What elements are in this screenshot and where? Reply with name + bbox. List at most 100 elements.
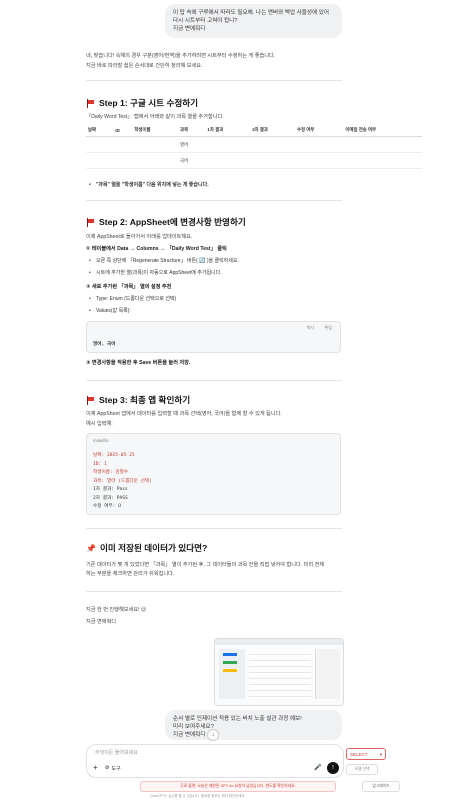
- table-cell: [86, 152, 114, 169]
- table-cell: [132, 136, 179, 153]
- step2-bullet: Type: Enum (드롭다운 선택으로 선택): [89, 295, 176, 303]
- reply-intro-line: 네, 맞습니다! 속해의 경우 구분(영어/번역)을 추가하려면 시트부터 수정…: [86, 53, 276, 59]
- step2-substep: ③ 변경사항을 적용한 후 Save 버튼을 눌러 저장.: [86, 360, 191, 366]
- divider: [86, 80, 342, 81]
- user-message-bubble: 순서 별로 인제이션 적용 있는 버치 노출 설관 과정 예보! 미리 보여주세…: [165, 710, 342, 740]
- chat-transcript: 이 탑 속에 구루에서 따라도 필요해. 나는 앤버와 백업 사을성에 있어 다…: [0, 0, 476, 800]
- code-line: 학생이름: 김철수: [93, 470, 129, 475]
- section4-title: 이미 저장된 데이터가 있다면?: [99, 543, 208, 553]
- table-header-cell: 날짜: [86, 124, 114, 137]
- table-cell: [343, 136, 422, 153]
- step2-description: 이제 AppSheet로 돌아가서 아래를 업데이트해요.: [86, 234, 193, 240]
- select-dropdown[interactable]: SELECT ▾: [346, 748, 386, 760]
- code-line: 날짜: 2025-05-25: [93, 453, 135, 458]
- table-cell: [250, 152, 295, 169]
- table-cell: [132, 152, 179, 169]
- user-message-line: 다시 시트부터 고쳐야 됩니?: [173, 18, 238, 24]
- upgrade-button[interactable]: 업그레이드: [362, 781, 400, 792]
- code-line: 1차 결과: Pass: [93, 487, 128, 492]
- step2-substep: ① 테이블에서 Data → Columns → 「Daily Word Tes…: [86, 246, 227, 252]
- table-cell: [86, 136, 114, 153]
- user-message-bubble: 이 탑 속에 구루에서 따라도 필요해. 나는 앤버와 백업 사을성에 있어 다…: [165, 4, 342, 38]
- plus-button[interactable]: +: [93, 763, 98, 772]
- step2-bullet: Values(값 목록):: [89, 307, 131, 315]
- table-row: 국어: [86, 152, 422, 169]
- step1-heading: Step 1: 구글 시트 수정하기: [86, 97, 198, 109]
- table-header-row: 날짜 ID 학생이름 과목 1차 결과 2차 결과 수정 여부 이메일 전송 여…: [86, 124, 422, 137]
- divider: [86, 528, 342, 529]
- step2-bullet: 시트에 추가한 열(과목)이 자동으로 AppSheet에 추가됩니다.: [89, 269, 222, 277]
- user-message-line: 지금 변에줘디: [173, 26, 206, 32]
- step2-substep: ② 새로 추가된 「과목」 열의 설정 추천: [86, 284, 172, 290]
- step3-title: Step 3: 최종 앱 확인하기: [99, 395, 191, 405]
- disclaimer-text: ChatGPT는 실수를 할 수 있습니다. 중요한 정보는 재차 확인하세요.: [150, 794, 246, 798]
- table-row: 영어: [86, 136, 422, 153]
- code-line: 수정 여부: O: [93, 504, 121, 509]
- step2-heading: Step 2: AppSheet에 변경사항 반영하기: [86, 216, 246, 228]
- message-composer: 무엇이든 물어보세요 + ⚙ 도구 🎤 ↑: [86, 744, 344, 778]
- edit-button[interactable]: 편집: [324, 325, 332, 331]
- scroll-down-button[interactable]: ↓: [207, 729, 219, 741]
- tools-label: 도구: [111, 766, 121, 772]
- table-cell: [205, 136, 251, 153]
- select-label: SELECT: [350, 752, 368, 757]
- step1-title: Step 1: 구글 시트 수정하기: [99, 98, 199, 108]
- table-cell: [250, 136, 295, 153]
- red-flag-icon: [86, 395, 95, 405]
- table-header-cell: 학생이름: [132, 124, 179, 137]
- step1-description: 「Daily Word Test」 탭에서 아래와 같이 과목 열을 추가합니다…: [86, 114, 224, 120]
- table-cell: 국어: [178, 152, 206, 169]
- reply-intro-line: 지금 바로 따라할 쉽은 순서대로 간단히 정리해 보세요.: [86, 63, 203, 69]
- step3-description: 예시 입력예:: [86, 421, 113, 427]
- table-cell: [294, 152, 344, 169]
- table-header-cell: 1차 결과: [205, 124, 251, 137]
- tools-icon: ⚙: [105, 765, 110, 771]
- table-header-cell: 과목: [178, 124, 206, 137]
- step2-bullet: 오른 쪽 상단에 「Regenerate Structure」 버튼( 🔄 )을…: [89, 257, 239, 265]
- closing-line: 지금 한 번 진행해보세요! 😊: [86, 607, 147, 613]
- red-flag-icon: [86, 217, 95, 227]
- table-cell: [205, 152, 251, 169]
- user-message-line: 지금 변에줘디: [173, 732, 206, 738]
- table-cell: [113, 152, 133, 169]
- table-cell: [343, 152, 422, 169]
- table-cell: [294, 136, 344, 153]
- pin-icon: 📌: [86, 543, 96, 553]
- plan-warning-banner: 무료 플랜: 오늘은 제한된 GPT-4o 요청이 남았습니다. 한도를 확인하…: [140, 781, 336, 792]
- table-header-cell: 2차 결과: [250, 124, 295, 137]
- step3-heading: Step 3: 최종 앱 확인하기: [86, 394, 190, 406]
- code-language-label: makefile: [93, 438, 109, 443]
- section4-line: 기존 데이터가 몇 개 있었다면 「과목」 열이 추가된 후, 그 데이터들의 …: [86, 562, 325, 568]
- copy-button[interactable]: 복사: [307, 325, 315, 331]
- code-content: 영어, 국어: [93, 342, 116, 347]
- microphone-icon[interactable]: 🎤: [314, 764, 321, 771]
- section4-line: 하는 부분을 체크하면 관리가 쉬워집니다.: [86, 571, 175, 577]
- message-input[interactable]: 무엇이든 물어보세요: [95, 749, 295, 756]
- user-message-line: 이 탑 속에 구루에서 따라도 필요해. 나는 앤버와 백업 사을성에 있어: [173, 10, 330, 16]
- example-code-block: makefile 날짜: 2025-05-25 ID: 1 학생이름: 김철수 …: [86, 433, 341, 515]
- tools-button[interactable]: ⚙ 도구: [105, 765, 121, 772]
- closing-line: 지금 변에줘디: [86, 619, 117, 625]
- table-header-cell: 이메일 전송 여부: [343, 124, 422, 137]
- table-cell: 영어: [178, 136, 206, 153]
- step1-note: "과목" 열을 "학생이름" 다음 위치에 넣는 게 좋습니다.: [89, 181, 209, 189]
- table-header-cell: ID: [113, 124, 133, 137]
- table-header-cell: 수정 여부: [294, 124, 344, 137]
- divider: [86, 380, 342, 381]
- step2-title: Step 2: AppSheet에 변경사항 반영하기: [99, 217, 246, 227]
- divider: [86, 200, 342, 201]
- user-message-line: 미리 보여주세요?: [173, 724, 214, 730]
- model-select-button[interactable]: 모델 선택: [346, 764, 378, 775]
- chevron-down-icon: ▾: [379, 752, 382, 757]
- values-code-block: 복사 편집 영어, 국어: [86, 321, 341, 353]
- code-line: 2차 결과: PASS: [93, 495, 128, 501]
- red-flag-icon: [86, 98, 95, 108]
- divider: [86, 591, 342, 592]
- attached-screenshot-thumbnail[interactable]: [214, 638, 344, 706]
- code-line: ID: 1: [93, 461, 107, 467]
- send-button[interactable]: ↑: [327, 762, 339, 774]
- sheet-preview-table: 날짜 ID 학생이름 과목 1차 결과 2차 결과 수정 여부 이메일 전송 여…: [86, 124, 422, 169]
- section4-heading: 📌 이미 저장된 데이터가 있다면?: [86, 542, 207, 554]
- table-cell: [113, 136, 133, 153]
- step3-description: 이제 AppSheet 앱에서 데이터를 입력할 때 과목 선택(영어, 국어)…: [86, 411, 282, 417]
